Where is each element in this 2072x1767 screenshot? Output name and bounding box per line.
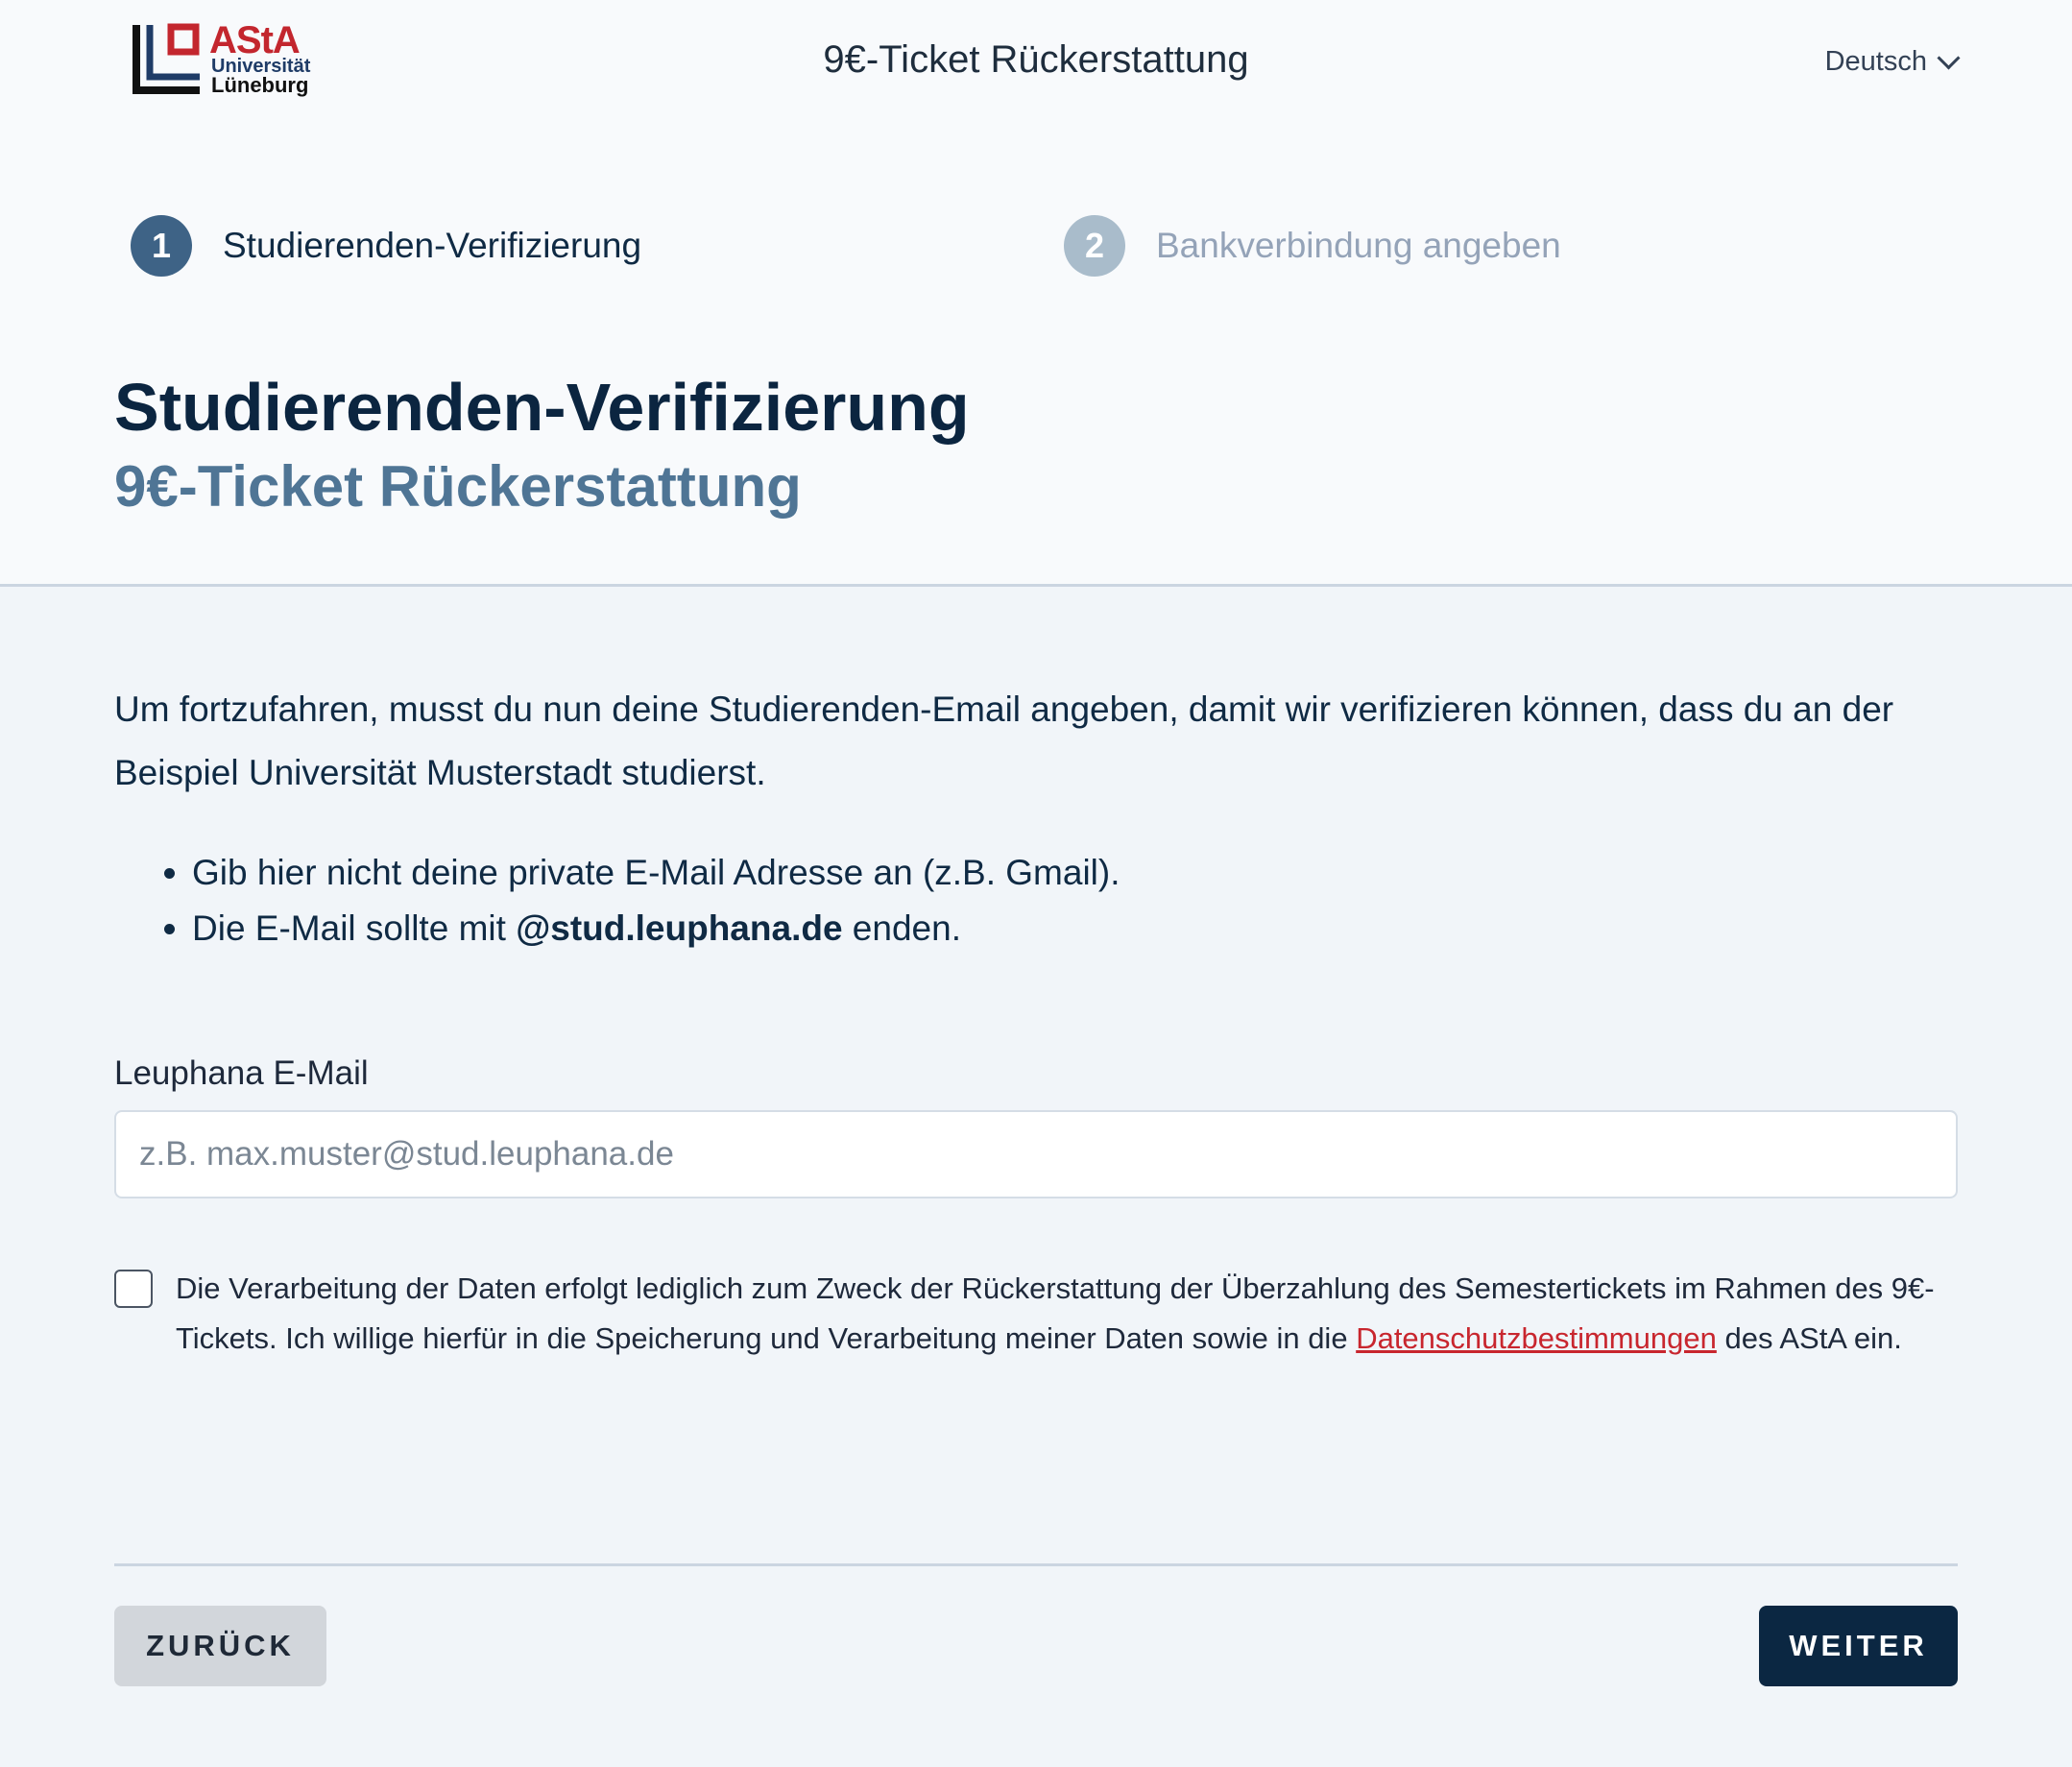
page-header-section: AStA Universität Lüneburg 9€-Ticket Rück…: [0, 0, 2072, 587]
step-1: 1 Studierenden-Verifizierung: [131, 215, 641, 277]
consent-suffix: des AStA ein.: [1716, 1321, 1902, 1355]
hint-list: Gib hier nicht deine private E-Mail Adre…: [154, 845, 1120, 956]
email-field-label: Leuphana E-Mail: [114, 1054, 369, 1092]
email-field[interactable]: [114, 1110, 1958, 1198]
language-label: Deutsch: [1824, 46, 1927, 77]
hint-item-domain: Die E-Mail sollte mit @stud.leuphana.de …: [192, 901, 1120, 956]
header-title: 9€-Ticket Rückerstattung: [823, 38, 1249, 81]
step-1-number: 1: [131, 215, 192, 277]
back-button[interactable]: ZURÜCK: [114, 1606, 326, 1686]
consent-text: Die Verarbeitung der Daten erfolgt ledig…: [176, 1264, 1958, 1364]
top-bar: AStA Universität Lüneburg 9€-Ticket Rück…: [0, 0, 2072, 125]
hint-domain-prefix: Die E-Mail sollte mit: [192, 908, 517, 948]
chevron-down-icon: [1937, 46, 1961, 70]
step-1-label: Studierenden-Verifizierung: [223, 226, 642, 265]
privacy-policy-link[interactable]: Datenschutzbestimmungen: [1356, 1321, 1717, 1355]
language-selector[interactable]: Deutsch: [1824, 46, 1961, 78]
footer-divider: [114, 1563, 1958, 1566]
consent-checkbox[interactable]: [114, 1270, 153, 1308]
step-2: 2 Bankverbindung angeben: [1064, 215, 1561, 277]
hint-domain-suffix: enden.: [842, 908, 961, 948]
page-subtitle: 9€-Ticket Rückerstattung: [114, 454, 802, 519]
hint-domain-value: @stud.leuphana.de: [516, 908, 843, 948]
next-button[interactable]: WEITER: [1759, 1606, 1958, 1686]
page-title: Studierenden-Verifizierung: [114, 370, 970, 445]
hint-item-private-mail: Gib hier nicht deine private E-Mail Adre…: [192, 845, 1120, 901]
step-2-number: 2: [1064, 215, 1125, 277]
intro-text: Um fortzufahren, musst du nun deine Stud…: [114, 690, 1894, 792]
step-2-label: Bankverbindung angeben: [1156, 226, 1561, 265]
